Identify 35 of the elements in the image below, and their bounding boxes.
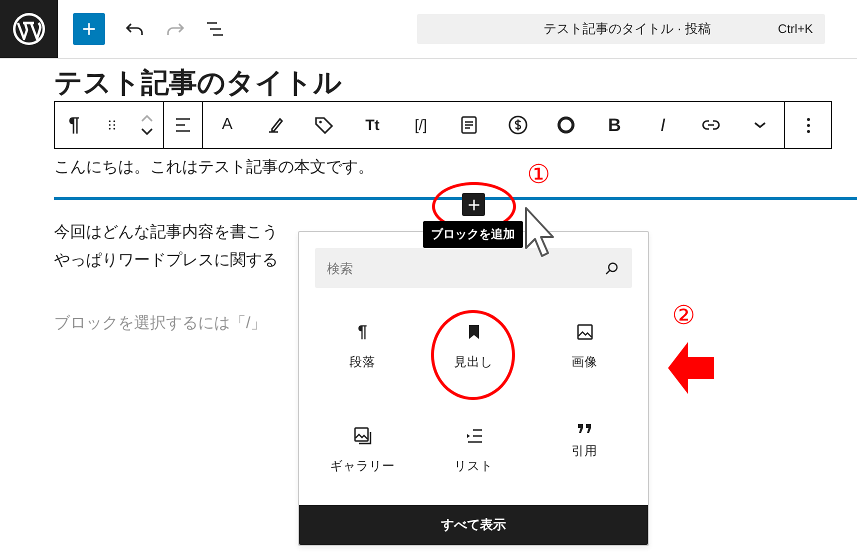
block-item[interactable]: 画像 [529, 316, 640, 402]
more-vertical-icon [806, 118, 810, 132]
text-color-button[interactable]: A [207, 102, 248, 148]
add-block-button[interactable] [462, 193, 485, 216]
paragraph-text: 今回はどんな記事内容を書こう [54, 222, 278, 243]
paragraph-text: こんにちは。これはテスト記事の本文です。 [54, 158, 374, 178]
step-mark: ① [527, 161, 550, 187]
block-item[interactable]: 見出し [418, 316, 529, 402]
search-field[interactable]: 検索 [315, 248, 632, 288]
annotation-arrow [668, 342, 714, 394]
paragraph-text: やっぱりワードプレスに関する [54, 250, 278, 271]
bold-button[interactable]: B [594, 102, 634, 148]
quote-icon [578, 424, 591, 432]
command-bar[interactable]: テスト記事のタイトル · 投稿 Ctrl+K [417, 14, 825, 44]
block-item[interactable]: リスト [418, 420, 529, 505]
paragraph-button[interactable]: ¶ [55, 102, 93, 148]
block-item[interactable]: ¶ 段落 [307, 316, 418, 402]
move-down-button[interactable] [139, 127, 155, 137]
italic-button[interactable]: I [642, 102, 683, 148]
dollar-icon [506, 113, 530, 137]
browse-all-button[interactable]: すべて表示 [299, 505, 648, 545]
wordpress-logo[interactable] [0, 0, 58, 58]
chevron-down-icon [139, 127, 155, 137]
shortcode-button[interactable]: [/] [400, 102, 441, 148]
shortcut-label: Ctrl+K [778, 22, 814, 36]
paragraph-icon: ¶ [358, 320, 368, 344]
post-title: テスト記事のタイトル [54, 67, 342, 99]
block-item[interactable]: ギャラリー [307, 420, 418, 505]
chevron-down-icon [754, 122, 766, 128]
step-mark: ② [672, 302, 695, 328]
font-size-button[interactable]: Tt [352, 102, 392, 148]
chevron-up-icon [139, 113, 155, 123]
tooltip: ブロックを追加 [423, 221, 523, 248]
command-bar-title: テスト記事のタイトル · 投稿 [542, 20, 712, 38]
block-item[interactable]: 引用 [529, 420, 640, 505]
